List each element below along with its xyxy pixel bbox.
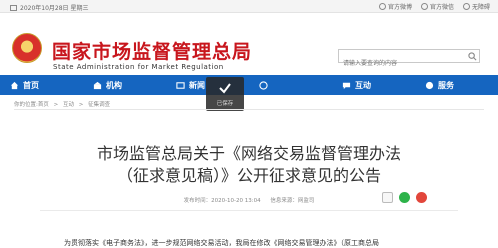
wechat-link-label: 官方微信 <box>429 4 454 11</box>
wechat-icon <box>420 3 428 10</box>
nav-item-home[interactable]: 首页 <box>0 75 83 95</box>
building-icon <box>93 81 102 89</box>
nav-item-institution[interactable]: 机构 <box>83 75 166 95</box>
info-icon <box>259 80 268 90</box>
search-icon[interactable] <box>468 52 477 61</box>
toast-label: 已保存 <box>216 101 234 107</box>
news-icon <box>176 81 185 89</box>
top-links: 官方微博 官方微信 无障碍 <box>378 2 490 11</box>
weibo-link-label: 官方微博 <box>387 4 412 11</box>
article-body: 为贯彻落实《电子商务法》，进一步规范网络交易活动，我局在修改《网络交易管理办法》… <box>64 239 379 247</box>
site-subtitle: State Administration for Market Regulati… <box>53 63 224 71</box>
article-title-line2: （征求意见稿）》公开征求意见的公告 <box>116 166 381 185</box>
top-utility-bar: 2020年10月28日 星期三 官方微博 官方微信 无障碍 <box>0 0 498 13</box>
breadcrumb-separator: > <box>53 102 59 108</box>
breadcrumb-interaction[interactable]: 互动 <box>63 102 74 108</box>
nav-label-institution: 机构 <box>106 80 122 90</box>
accessibility-icon <box>462 3 470 10</box>
nav-label-home: 首页 <box>23 80 39 90</box>
nav-label-news: 新闻 <box>189 80 205 90</box>
home-icon <box>10 81 19 89</box>
main-nav: 首页 机构 新闻 互动 服务 <box>0 75 498 95</box>
nav-item-interaction[interactable]: 互动 <box>332 75 415 95</box>
weibo-icon <box>378 3 386 10</box>
date-display: 2020年10月28日 星期三 <box>10 3 88 12</box>
checkmark-icon <box>219 83 231 94</box>
breadcrumb-survey[interactable]: 征集调查 <box>88 102 110 108</box>
wechat-share-icon[interactable] <box>399 192 410 203</box>
site-header: 国家市场监督管理总局 State Administration for Mark… <box>0 13 498 75</box>
article-source: 信息来源：网监司 <box>270 198 315 204</box>
chat-icon <box>342 82 351 89</box>
breadcrumb-divider <box>14 109 484 110</box>
publish-time: 发布时间：2020-10-20 13:04 <box>183 198 261 204</box>
saved-toast: 已保存 <box>206 77 244 111</box>
nav-label-interaction: 互动 <box>355 80 371 90</box>
breadcrumb: 你的位置:首页 > 互动 > 征集调查 <box>14 100 113 108</box>
accessibility-link[interactable]: 无障碍 <box>462 2 490 11</box>
calendar-icon <box>10 4 17 11</box>
breadcrumb-home[interactable]: 你的位置:首页 <box>14 102 49 108</box>
weibo-link[interactable]: 官方微博 <box>378 2 412 11</box>
search-box <box>338 49 480 70</box>
weibo-share-icon[interactable] <box>416 192 427 203</box>
breadcrumb-separator: > <box>78 102 84 108</box>
search-input[interactable] <box>339 57 459 70</box>
nav-item-info[interactable] <box>249 75 332 95</box>
service-icon <box>425 81 434 89</box>
accessibility-link-label: 无障碍 <box>471 4 490 11</box>
meta-divider <box>40 210 458 211</box>
national-emblem-logo[interactable] <box>12 33 42 63</box>
nav-label-service: 服务 <box>438 80 454 90</box>
site-title[interactable]: 国家市场监督管理总局 <box>52 37 252 64</box>
print-icon[interactable] <box>382 192 393 203</box>
nav-item-service[interactable]: 服务 <box>415 75 498 95</box>
date-text: 2020年10月28日 星期三 <box>20 5 89 12</box>
wechat-link[interactable]: 官方微信 <box>420 2 454 11</box>
article-title: 市场监管总局关于《网络交易监督管理办法 （征求意见稿）》公开征求意见的公告 <box>40 143 458 187</box>
article-title-line1: 市场监管总局关于《网络交易监督管理办法 <box>96 144 401 163</box>
